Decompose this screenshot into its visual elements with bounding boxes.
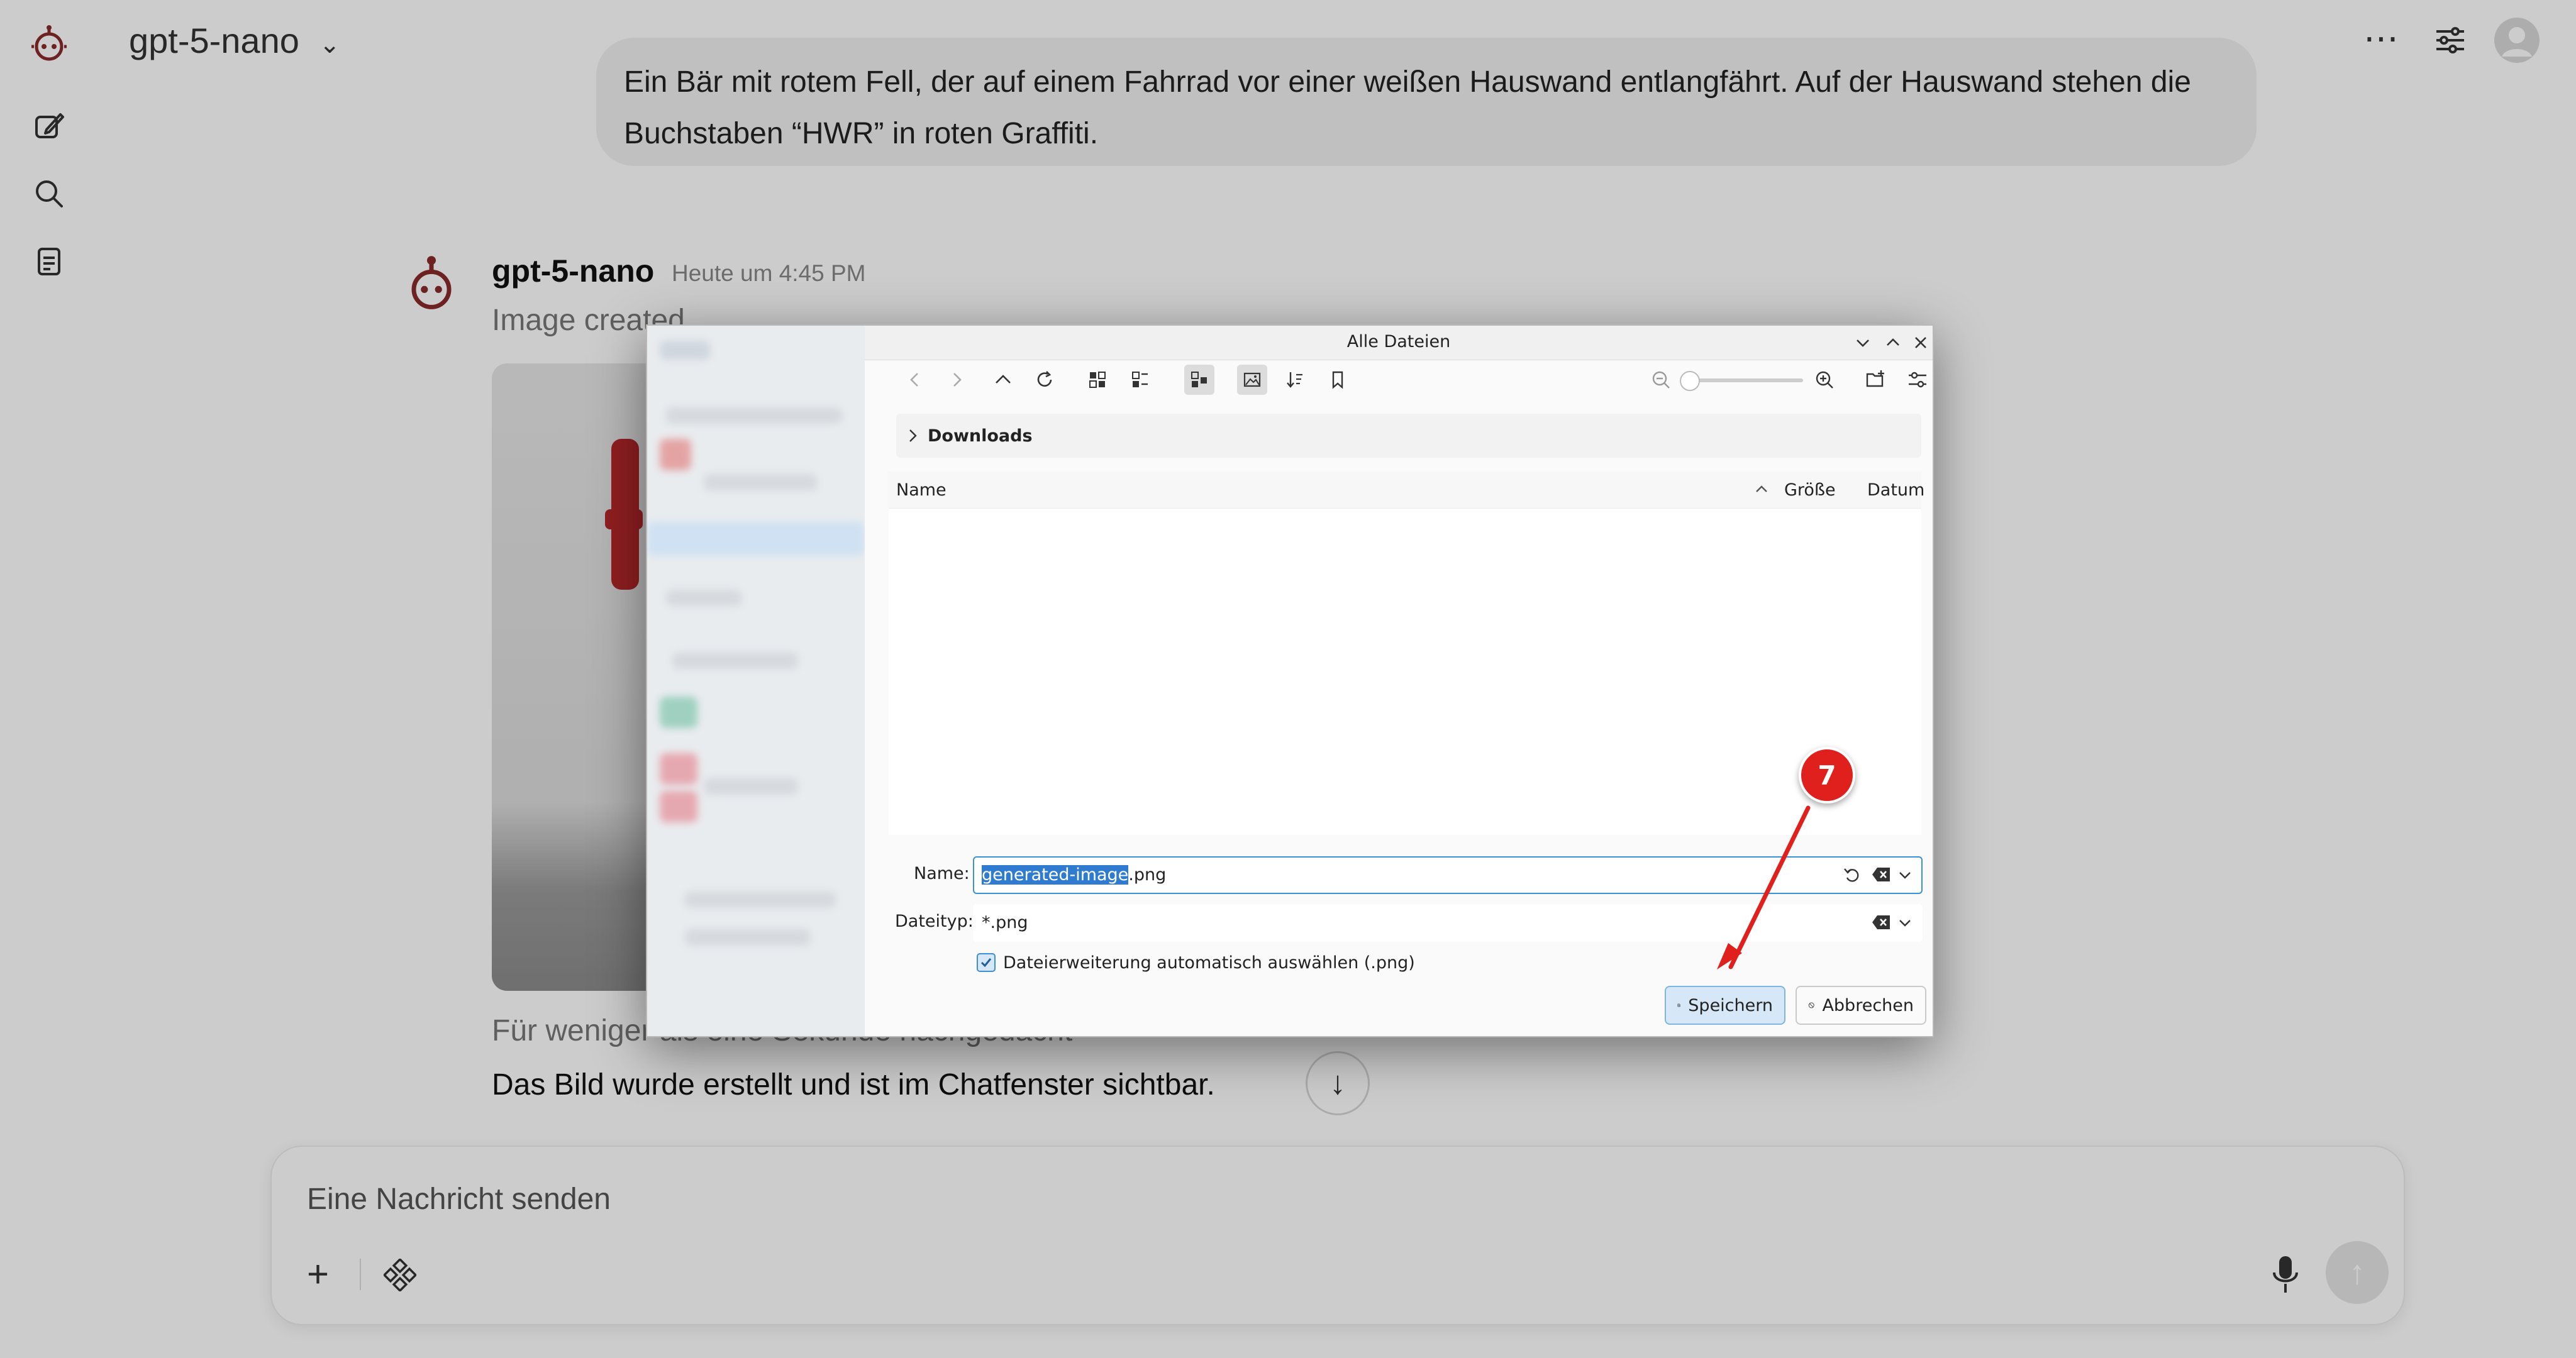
new-folder-button[interactable]	[1861, 365, 1891, 395]
chevron-left-icon	[910, 373, 918, 387]
blurred-item	[704, 778, 798, 795]
chevron-right-icon	[909, 429, 917, 442]
auto-extension-label[interactable]: Dateierweiterung automatisch auswählen (…	[1003, 953, 1415, 973]
new-folder-icon	[1866, 370, 1884, 387]
reload-icon	[1037, 371, 1052, 387]
blurred-item	[704, 474, 817, 490]
chevron-up-icon	[996, 375, 1011, 384]
step-number: 7	[1818, 759, 1836, 791]
file-list-header: Name Größe Datum	[889, 472, 1924, 509]
dialog-title: Alle Dateien	[1346, 332, 1451, 351]
cancel-button-label: Abbrechen	[1822, 995, 1914, 1015]
step-annotation-arrow	[1717, 805, 1811, 969]
dialog-titlebar[interactable]: Alle Dateien	[865, 326, 1933, 360]
column-name[interactable]: Name	[896, 480, 947, 500]
save-button-label: Speichern	[1688, 995, 1773, 1015]
zoom-out-icon	[1652, 371, 1670, 389]
tree-view-button[interactable]	[1184, 365, 1214, 395]
close-icon[interactable]	[1911, 333, 1930, 352]
checkmark-icon	[980, 958, 992, 968]
auto-extension-checkbox[interactable]	[977, 953, 996, 972]
blurred-item	[660, 753, 697, 785]
cancel-icon	[1808, 1002, 1814, 1008]
blurred-item	[672, 653, 798, 669]
detail-view-button[interactable]	[1125, 365, 1155, 395]
zoom-in-icon	[1816, 371, 1833, 389]
column-size[interactable]: Größe	[1784, 480, 1836, 500]
save-icon	[1677, 1003, 1680, 1007]
column-date[interactable]: Datum	[1867, 480, 1924, 500]
sort-ascending-icon[interactable]	[1753, 480, 1770, 498]
zoom-slider-handle[interactable]	[1680, 371, 1700, 391]
reload-button[interactable]	[1030, 365, 1060, 395]
breadcrumb-downloads[interactable]: Downloads	[928, 426, 1033, 446]
breadcrumb[interactable]: Downloads	[896, 414, 1921, 458]
blurred-item	[666, 590, 741, 606]
cancel-button[interactable]: Abbrechen	[1796, 986, 1926, 1025]
chevron-down-icon[interactable]	[1896, 866, 1914, 884]
sort-icon	[1287, 372, 1302, 388]
blurred-item	[666, 407, 842, 424]
back-button[interactable]	[900, 365, 930, 395]
chevron-down-icon[interactable]	[1896, 914, 1914, 932]
sort-button[interactable]	[1280, 365, 1310, 395]
blurred-item	[660, 791, 697, 822]
image-preview-icon	[1243, 372, 1261, 387]
chevron-right-icon	[953, 373, 962, 387]
blurred-item	[685, 892, 836, 908]
preview-button[interactable]	[1237, 365, 1267, 395]
filename-selection: generated-image	[982, 865, 1129, 885]
tree-view-icon	[1191, 372, 1207, 387]
icon-view-button[interactable]	[1082, 365, 1113, 395]
zoom-out-button[interactable]	[1646, 365, 1676, 395]
blurred-item	[685, 929, 811, 946]
zoom-slider[interactable]	[1680, 371, 1803, 391]
options-button[interactable]	[1902, 365, 1933, 395]
blurred-item	[660, 439, 691, 470]
maximize-icon[interactable]	[1884, 333, 1902, 352]
settings-sliders-icon	[1909, 372, 1926, 388]
detail-view-icon	[1132, 372, 1148, 387]
forward-button[interactable]	[941, 365, 972, 395]
blurred-item	[647, 522, 865, 556]
bookmark-icon	[1332, 371, 1343, 389]
filetype-label: Dateityp:	[895, 912, 974, 931]
up-button[interactable]	[988, 365, 1018, 395]
filename-extension: .png	[1128, 865, 1167, 885]
zoom-in-button[interactable]	[1809, 365, 1840, 395]
name-label: Name:	[914, 864, 970, 883]
minimize-icon[interactable]	[1853, 333, 1872, 352]
save-button[interactable]: Speichern	[1665, 986, 1785, 1025]
step-number-badge: 7	[1799, 747, 1855, 803]
blurred-item	[660, 341, 710, 360]
blurred-item	[660, 697, 697, 728]
places-sidebar[interactable]	[647, 326, 865, 1036]
icon-view-icon	[1089, 372, 1106, 388]
bookmark-button[interactable]	[1323, 365, 1353, 395]
filetype-value: *.png	[982, 913, 1028, 932]
